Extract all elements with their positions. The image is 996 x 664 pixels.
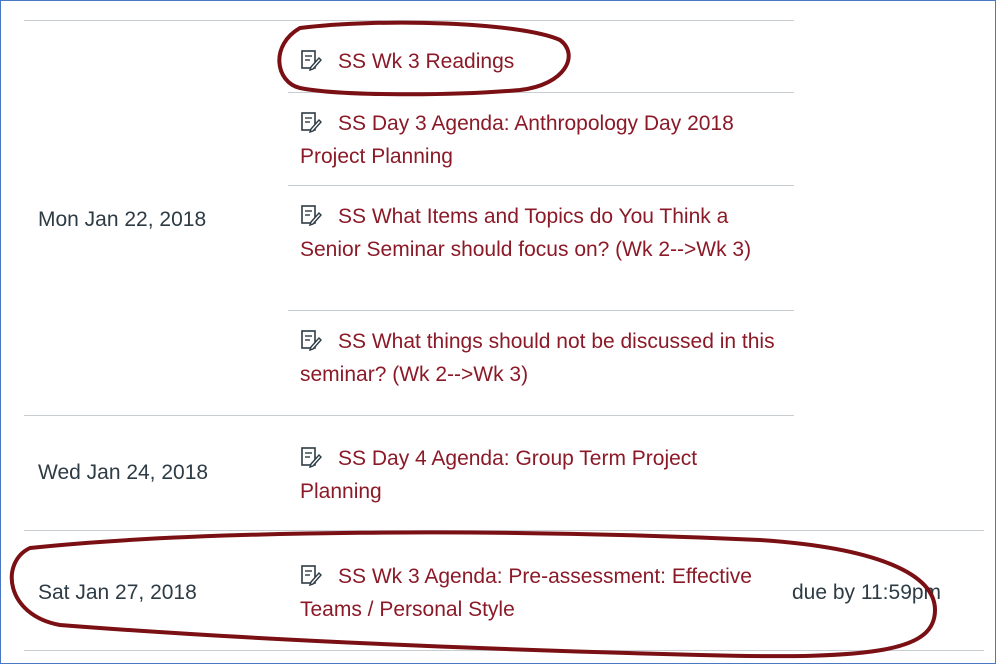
assignment-edit-icon [300, 329, 322, 351]
date-label: Mon Jan 22, 2018 [38, 208, 207, 231]
assignment-title[interactable]: SS What things should not be discussed i… [300, 330, 775, 386]
divider [288, 185, 794, 186]
divider [24, 530, 984, 531]
assignment-title[interactable]: SS What Items and Topics do You Think a … [300, 205, 751, 261]
assignment-title[interactable]: SS Wk 3 Readings [338, 50, 514, 73]
assignment-title[interactable]: SS Day 3 Agenda: Anthropology Day 2018 P… [300, 112, 734, 168]
assignment-edit-icon [300, 564, 322, 586]
assignment-link-day3-agenda[interactable]: SS Day 3 Agenda: Anthropology Day 2018 P… [300, 107, 780, 173]
assignment-link-day4-agenda[interactable]: SS Day 4 Agenda: Group Term Project Plan… [300, 442, 780, 508]
due-time-label: due by 11:59pm [792, 581, 942, 604]
divider [24, 20, 794, 21]
assignment-edit-icon [300, 446, 322, 468]
assignment-link-senior-seminar-topics[interactable]: SS What Items and Topics do You Think a … [300, 200, 780, 266]
divider [24, 650, 984, 651]
assignment-link-things-not-discussed[interactable]: SS What things should not be discussed i… [300, 325, 780, 391]
divider [288, 92, 794, 93]
divider [288, 310, 794, 311]
divider [24, 415, 794, 416]
date-label: Sat Jan 27, 2018 [38, 581, 197, 604]
assignment-title[interactable]: SS Wk 3 Agenda: Pre-assessment: Effectiv… [300, 565, 752, 621]
assignment-title[interactable]: SS Day 4 Agenda: Group Term Project Plan… [300, 447, 697, 503]
assignment-edit-icon [300, 111, 322, 133]
date-label: Wed Jan 24, 2018 [38, 461, 209, 484]
assignment-link-wk3-readings[interactable]: SS Wk 3 Readings [300, 45, 780, 78]
assignment-link-wk3-agenda-preassessment[interactable]: SS Wk 3 Agenda: Pre-assessment: Effectiv… [300, 560, 760, 626]
assignment-edit-icon [300, 204, 322, 226]
assignment-edit-icon [300, 49, 322, 71]
